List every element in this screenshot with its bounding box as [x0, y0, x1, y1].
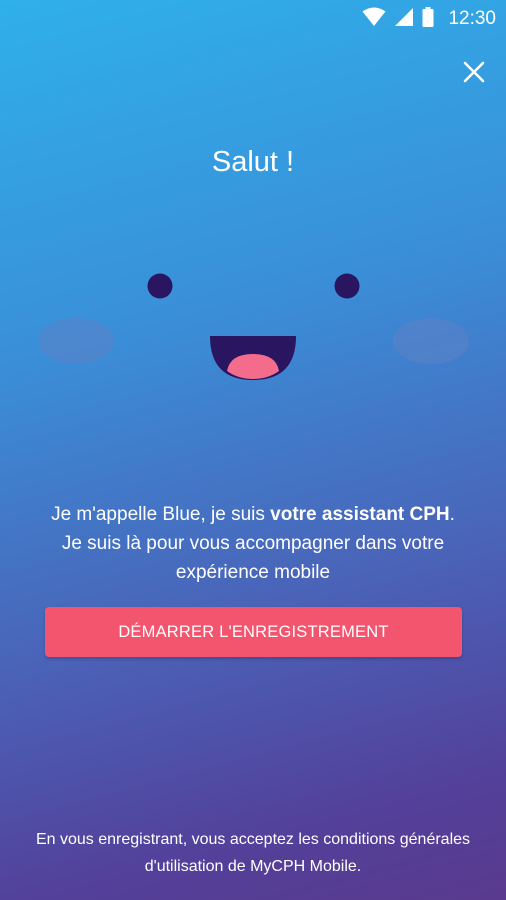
close-button[interactable]	[458, 58, 490, 90]
battery-icon	[422, 6, 434, 32]
left-cheek	[38, 318, 114, 364]
intro-text: Je m'appelle Blue, je suis votre assista…	[40, 500, 466, 587]
start-registration-button[interactable]: DÉMARRER L'ENREGISTREMENT	[45, 607, 462, 657]
intro-bold: votre assistant CPH	[270, 504, 450, 525]
wifi-icon	[362, 7, 386, 32]
status-time: 12:30	[448, 8, 496, 29]
status-icons: 12:30	[362, 6, 496, 32]
status-bar: 12:30	[0, 0, 506, 38]
terms-text: En vous enregistrant, vous acceptez les …	[35, 831, 471, 875]
close-icon	[463, 61, 485, 88]
greeting-title: Salut !	[211, 146, 295, 178]
left-eye	[147, 273, 173, 299]
right-cheek	[393, 318, 469, 364]
right-eye	[334, 273, 360, 299]
welcome-screen: 12:30 Salut ! Je m'appelle Blue, je suis…	[0, 0, 506, 900]
mascot-face	[0, 260, 506, 400]
signal-icon	[394, 7, 414, 32]
intro-part1: Je m'appelle Blue, je suis	[51, 504, 271, 525]
